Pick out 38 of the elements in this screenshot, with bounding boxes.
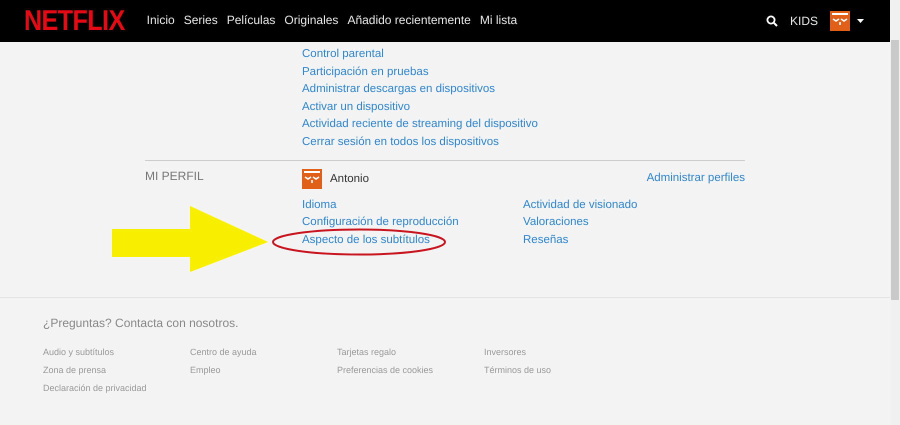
- footer-link[interactable]: Preferencias de cookies: [337, 364, 484, 376]
- scroll-thumb[interactable]: [891, 40, 899, 300]
- logo[interactable]: NETFLIX: [24, 4, 125, 38]
- caret-icon[interactable]: [857, 19, 864, 23]
- footer-link[interactable]: Términos de uso: [484, 364, 631, 376]
- profile-link[interactable]: Actividad de visionado: [523, 196, 744, 214]
- footer-link[interactable]: Centro de ayuda: [190, 346, 337, 358]
- nav-link[interactable]: Mi lista: [480, 12, 518, 30]
- profile-link[interactable]: Idioma: [302, 196, 523, 214]
- profile-link[interactable]: Aspecto de los subtítulos: [302, 232, 523, 250]
- avatar-icon[interactable]: [830, 11, 850, 31]
- search-icon[interactable]: [766, 15, 778, 27]
- settings-link[interactable]: Administrar descargas en dispositivos: [302, 81, 538, 99]
- nav-link[interactable]: Películas: [226, 12, 276, 30]
- settings-link[interactable]: Participación en pruebas: [302, 64, 538, 82]
- profile-link[interactable]: Reseñas: [523, 232, 744, 250]
- nav-link[interactable]: Series: [184, 12, 218, 30]
- nav-link[interactable]: Añadido recientemente: [347, 12, 471, 30]
- profile-link[interactable]: Valoraciones: [523, 214, 744, 232]
- settings-link[interactable]: Activar un dispositivo: [302, 98, 538, 116]
- manage-profiles-link[interactable]: Administrar perfiles: [646, 170, 745, 188]
- footer-link[interactable]: Audio y subtítulos: [43, 346, 190, 358]
- settings-link[interactable]: Actividad reciente de streaming del dispositivo: [302, 116, 538, 134]
- section-label: MI PERFIL: [145, 168, 205, 183]
- settings-link[interactable]: Cerrar sesión en todos los dispositivos: [302, 134, 538, 152]
- profile-link[interactable]: Configuración de reproducción: [302, 214, 523, 232]
- footer-link[interactable]: Tarjetas regalo: [337, 346, 484, 358]
- footer-link[interactable]: Declaración de privacidad: [43, 382, 190, 394]
- contact-text[interactable]: ¿Preguntas? Contacta con nosotros.: [43, 316, 890, 330]
- footer-link[interactable]: Empleo: [190, 364, 337, 376]
- nav-link[interactable]: Originales: [284, 12, 338, 30]
- settings-link[interactable]: Control parental: [302, 46, 538, 64]
- kids-link[interactable]: KIDS: [790, 14, 818, 28]
- footer-link[interactable]: Inversores: [484, 346, 631, 358]
- profile-name: Antonio: [330, 172, 370, 185]
- nav-link[interactable]: Inicio: [146, 12, 175, 30]
- footer-link[interactable]: Zona de prensa: [43, 364, 190, 376]
- avatar-icon[interactable]: [302, 168, 322, 189]
